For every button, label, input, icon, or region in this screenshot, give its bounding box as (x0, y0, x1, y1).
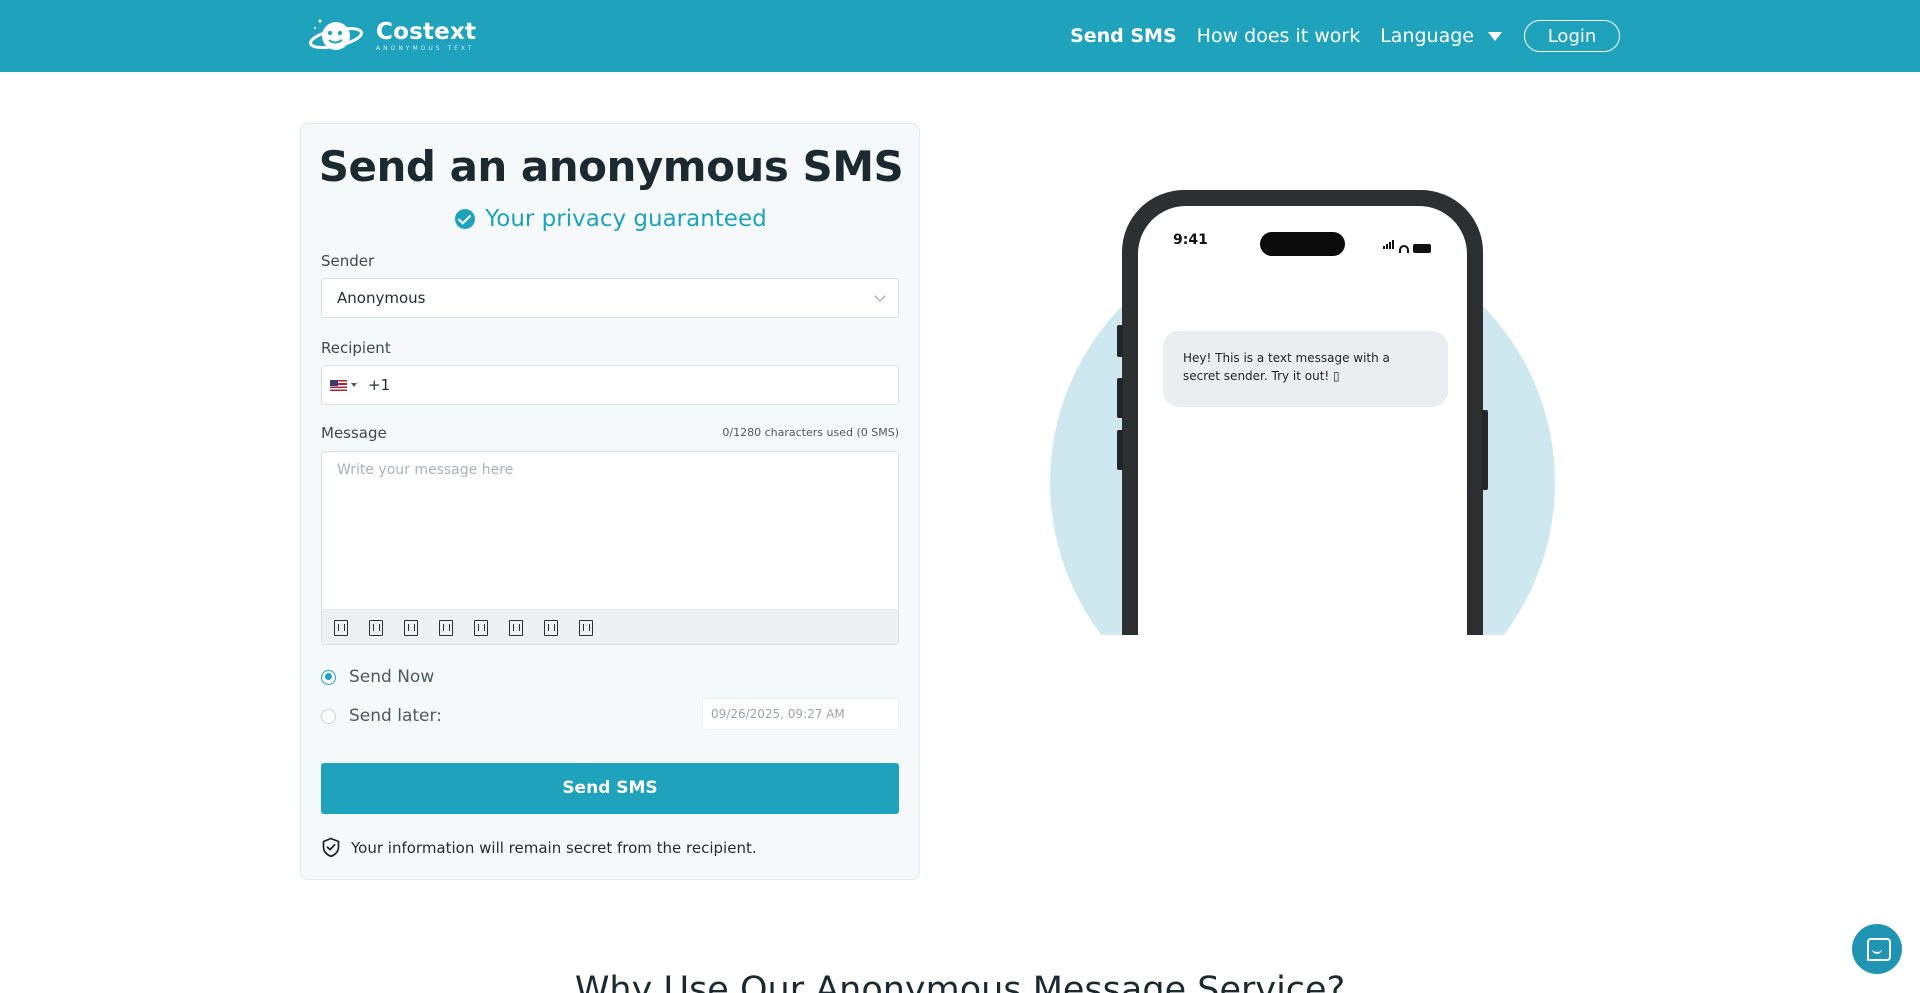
message-label: Message (321, 424, 387, 442)
nav-send-sms[interactable]: Send SMS (1070, 25, 1177, 47)
recipient-phone-field[interactable]: +1 (321, 365, 899, 405)
sender-select[interactable]: Anonymous (321, 278, 899, 318)
emoji-button[interactable] (544, 620, 558, 636)
country-code-selector[interactable] (322, 379, 368, 391)
caret-down-icon (351, 383, 357, 387)
chevron-down-icon (874, 290, 886, 302)
language-dropdown[interactable]: Language (1380, 25, 1502, 47)
emoji-button[interactable] (439, 620, 453, 636)
recipient-label: Recipient (321, 339, 391, 357)
message-bubble: Hey! This is a text message with a secre… (1163, 331, 1448, 407)
emoji-button[interactable] (369, 620, 383, 636)
wifi-icon (1399, 245, 1409, 253)
send-later-label: Send later: (349, 706, 442, 726)
form-title: Send an anonymous SMS (318, 142, 904, 191)
privacy-text: Your privacy guaranteed (485, 206, 767, 232)
dynamic-island (1260, 232, 1345, 256)
character-counter: 0/1280 characters used (0 SMS) (722, 426, 899, 439)
nav-how-it-works[interactable]: How does it work (1197, 25, 1361, 47)
message-box (321, 451, 899, 645)
send-sms-button[interactable]: Send SMS (321, 763, 899, 814)
schedule-datetime-input[interactable]: 09/26/2025, 09:27 AM (702, 698, 899, 730)
caret-down-icon (1488, 31, 1502, 41)
check-circle-icon (455, 209, 476, 229)
signal-icon (1383, 234, 1395, 253)
secret-notice-text: Your information will remain secret from… (351, 838, 757, 857)
send-later-option[interactable]: Send later: (321, 706, 442, 726)
emoji-button[interactable] (579, 620, 593, 636)
send-now-label: Send Now (349, 667, 435, 687)
phone-illustration: 9:41 Hey! This is a text message with a … (1050, 190, 1555, 635)
emoji-toolbar (322, 609, 898, 644)
sender-value: Anonymous (337, 289, 426, 307)
section-heading: Why Use Our Anonymous Message Service? (574, 970, 1346, 993)
phone-side-button (1117, 325, 1123, 357)
emoji-button[interactable] (509, 620, 523, 636)
language-label: Language (1380, 25, 1474, 47)
battery-icon (1413, 244, 1431, 253)
phone-side-button (1117, 378, 1123, 418)
status-time: 9:41 (1173, 232, 1208, 248)
emoji-button[interactable] (474, 620, 488, 636)
main-nav: Send SMS How does it work Language Login (1070, 0, 1620, 72)
top-navbar: Costext ANONYMOUS TEXT Send SMS How does… (0, 0, 1920, 72)
secret-notice: Your information will remain secret from… (321, 837, 757, 858)
status-icons (1383, 234, 1431, 253)
privacy-guarantee: Your privacy guaranteed (301, 206, 921, 232)
dial-code: +1 (368, 376, 391, 394)
send-later-radio[interactable] (321, 708, 336, 724)
login-button[interactable]: Login (1524, 20, 1620, 52)
us-flag-icon (330, 379, 347, 391)
message-input[interactable] (322, 452, 898, 609)
phone-screen: 9:41 Hey! This is a text message with a … (1138, 206, 1467, 635)
chat-launcher-button[interactable] (1852, 924, 1902, 974)
send-now-option[interactable]: Send Now (321, 667, 434, 687)
shield-check-icon (322, 837, 340, 858)
brand-name: Costext (376, 18, 477, 45)
brand-tagline: ANONYMOUS TEXT (376, 44, 475, 52)
send-now-radio[interactable] (321, 669, 336, 685)
emoji-button[interactable] (404, 620, 418, 636)
planet-logo-icon (309, 19, 363, 50)
send-sms-form: Send an anonymous SMS Your privacy guara… (300, 123, 920, 880)
phone-side-button (1482, 410, 1488, 490)
brand-logo[interactable]: Costext ANONYMOUS TEXT (308, 16, 476, 56)
emoji-button[interactable] (334, 620, 348, 636)
phone-side-button (1117, 430, 1123, 470)
sender-label: Sender (321, 252, 375, 270)
